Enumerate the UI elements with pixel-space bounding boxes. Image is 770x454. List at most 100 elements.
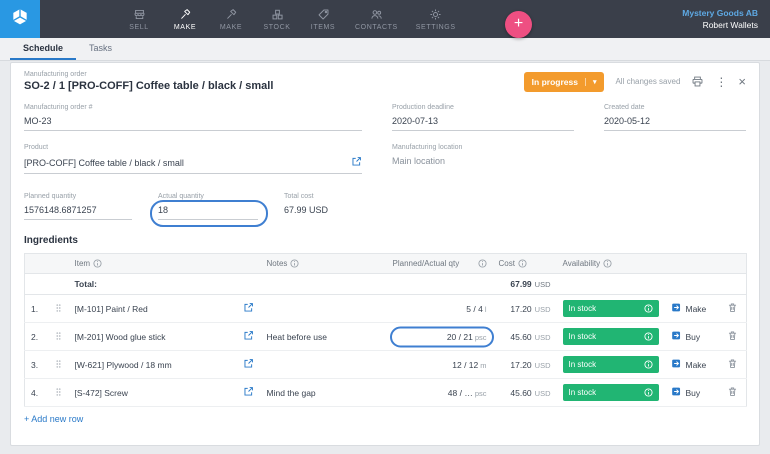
nav-item-make2[interactable]: MAKE bbox=[208, 0, 254, 38]
drag-handle[interactable] bbox=[48, 378, 69, 407]
app-logo[interactable] bbox=[0, 0, 40, 38]
nav-item-stock[interactable]: STOCK bbox=[254, 0, 300, 38]
field-label: Actual quantity bbox=[158, 193, 204, 200]
make-icon bbox=[671, 358, 682, 371]
info-icon[interactable] bbox=[603, 259, 612, 268]
field-product: Product [PRO-COFF] Coffee table / black … bbox=[24, 144, 362, 174]
nav-item-settings[interactable]: SETTINGS bbox=[407, 0, 465, 38]
col-cost-label: Cost bbox=[498, 259, 515, 268]
external-link-icon[interactable] bbox=[236, 350, 261, 379]
table-row: 4. [S-472] Screw Mind the gap 48 / … psc … bbox=[24, 378, 747, 407]
in-stock-badge[interactable]: In stock bbox=[562, 328, 659, 345]
make-button[interactable]: Make bbox=[671, 358, 713, 371]
deadline-input[interactable]: 2020-07-13 bbox=[392, 113, 574, 131]
cost-cell: 17.20 USD bbox=[492, 350, 557, 379]
delete-row-button[interactable] bbox=[718, 350, 747, 379]
field-label: Manufacturing location bbox=[392, 144, 463, 151]
delete-row-button[interactable] bbox=[718, 294, 747, 323]
buy-icon bbox=[671, 330, 682, 343]
qty-unit: m bbox=[480, 360, 487, 370]
info-icon[interactable] bbox=[518, 259, 527, 268]
user-menu[interactable]: Mystery Goods AB Robert Wallets bbox=[682, 8, 770, 30]
more-options-button[interactable]: ⋮ bbox=[715, 76, 727, 88]
col-number bbox=[24, 253, 49, 274]
close-button[interactable]: × bbox=[738, 75, 746, 88]
col-item: Item bbox=[68, 253, 237, 274]
external-link-icon[interactable] bbox=[351, 156, 362, 169]
boxes-icon bbox=[271, 8, 284, 21]
drag-handle[interactable] bbox=[48, 294, 69, 323]
delete-row-button[interactable] bbox=[718, 378, 747, 407]
field-label: Total cost bbox=[284, 193, 314, 200]
total-label: Total: bbox=[68, 273, 237, 295]
nav-item-make-active[interactable]: MAKE bbox=[162, 0, 208, 38]
qty-cell[interactable]: 12 / 12 m bbox=[386, 350, 493, 379]
info-icon[interactable] bbox=[290, 259, 299, 268]
qty-value: 5 / 4 bbox=[466, 303, 483, 314]
cost-value: 45.60 bbox=[510, 331, 532, 342]
status-dropdown-button[interactable]: In progress ▾ bbox=[523, 71, 605, 92]
tab-schedule[interactable]: Schedule bbox=[10, 38, 77, 60]
item-cell: [S-472] Screw bbox=[68, 378, 237, 407]
info-icon[interactable] bbox=[643, 304, 653, 313]
external-link-icon[interactable] bbox=[236, 378, 261, 407]
field-actual-qty: Actual quantity 18 bbox=[150, 193, 268, 227]
nav-item-label: MAKE bbox=[173, 23, 197, 31]
qty-unit: l bbox=[484, 304, 487, 314]
product-input[interactable]: [PRO-COFF] Coffee table / black / small bbox=[24, 153, 362, 174]
col-qty: Planned/Actual qty bbox=[386, 253, 493, 274]
delete-row-button[interactable] bbox=[718, 322, 747, 351]
in-stock-badge[interactable]: In stock bbox=[562, 384, 659, 401]
make-button[interactable]: Make bbox=[671, 302, 713, 315]
qty-cell[interactable]: 20 / 21 psc bbox=[386, 322, 494, 351]
gear-icon bbox=[429, 8, 442, 21]
info-icon[interactable] bbox=[643, 360, 653, 369]
qty-value: 12 / 12 bbox=[452, 359, 479, 370]
action-cell: Buy bbox=[664, 378, 719, 407]
notes-cell[interactable]: Heat before use bbox=[260, 322, 387, 351]
buy-button[interactable]: Buy bbox=[671, 386, 713, 399]
qty-cell[interactable]: 48 / … psc bbox=[386, 378, 493, 407]
external-link-icon[interactable] bbox=[236, 322, 261, 351]
info-icon[interactable] bbox=[477, 259, 487, 268]
info-icon[interactable] bbox=[643, 332, 653, 341]
notes-cell[interactable]: Mind the gap bbox=[260, 378, 387, 407]
in-stock-badge[interactable]: In stock bbox=[562, 300, 659, 317]
drag-handle[interactable] bbox=[48, 350, 69, 379]
hammer-icon bbox=[225, 8, 238, 21]
in-stock-badge[interactable]: In stock bbox=[562, 356, 659, 373]
buy-button[interactable]: Buy bbox=[671, 330, 713, 343]
action-label: Buy bbox=[685, 331, 701, 342]
print-button[interactable] bbox=[691, 75, 704, 88]
tab-tasks[interactable]: Tasks bbox=[76, 38, 125, 60]
field-location: Manufacturing location Main location bbox=[392, 144, 746, 174]
mo-number-input[interactable]: MO-23 bbox=[24, 113, 362, 131]
notes-cell[interactable] bbox=[260, 294, 387, 323]
planned-qty-input[interactable]: 1576148.6871257 bbox=[24, 202, 132, 220]
people-icon bbox=[370, 8, 383, 21]
availability-label: In stock bbox=[568, 360, 597, 369]
info-icon[interactable] bbox=[643, 388, 653, 397]
add-fab-button[interactable]: + bbox=[505, 11, 532, 38]
table-row: 2. [M-201] Wood glue stick Heat before u… bbox=[24, 322, 747, 351]
nav-item-items[interactable]: ITEMS bbox=[300, 0, 346, 38]
table-row: 1. [M-101] Paint / Red 5 / 4l 17.20USD bbox=[24, 294, 747, 323]
external-link-icon[interactable] bbox=[236, 294, 261, 323]
created-date-input[interactable]: 2020-05-12 bbox=[604, 113, 746, 131]
add-new-row-link[interactable]: + Add new row bbox=[24, 414, 746, 424]
info-icon[interactable] bbox=[93, 259, 102, 268]
actual-qty-input[interactable]: 18 bbox=[158, 202, 258, 220]
nav-item-sell[interactable]: SELL bbox=[116, 0, 162, 38]
qty-cell[interactable]: 5 / 4l bbox=[386, 294, 493, 323]
total-cost-value: 67.99 USD bbox=[284, 205, 329, 215]
field-label: Manufacturing order # bbox=[24, 104, 93, 111]
make-icon bbox=[671, 302, 682, 315]
col-delete bbox=[718, 253, 747, 274]
drag-handle[interactable] bbox=[48, 322, 69, 351]
notes-cell[interactable] bbox=[260, 350, 387, 379]
action-label: Buy bbox=[685, 387, 701, 398]
nav-item-contacts[interactable]: CONTACTS bbox=[346, 0, 407, 38]
total-cost-currency: USD bbox=[534, 280, 551, 289]
item-cell: [M-101] Paint / Red bbox=[68, 294, 237, 323]
nav-item-label: SELL bbox=[129, 23, 149, 31]
